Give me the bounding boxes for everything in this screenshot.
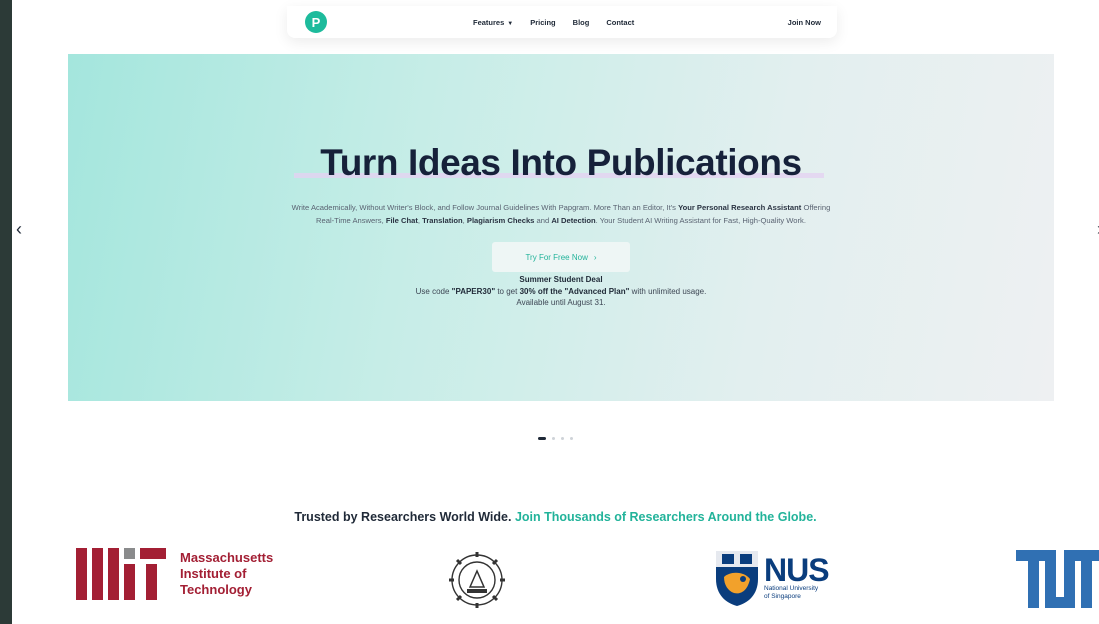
- desc-bold-file-chat: File Chat: [385, 215, 418, 225]
- deal-text: Use code: [415, 286, 452, 296]
- trusted-text: Trusted by Researchers World Wide.: [294, 510, 512, 524]
- nus-wordmark: NUS National University of Singapore: [764, 552, 830, 601]
- deal-title: Summer Student Deal: [519, 275, 603, 284]
- hero-slide: Turn Ideas Into Publications Write Acade…: [68, 54, 1054, 401]
- nus-small-text: National University: [764, 585, 819, 592]
- logo-letter: P: [311, 14, 321, 30]
- carousel-dot-1[interactable]: [538, 437, 546, 440]
- carousel-dots: [538, 437, 573, 440]
- nav-item-features-label: Features: [473, 17, 505, 27]
- hero-title: Turn Ideas Into Publications: [320, 142, 802, 183]
- trusted-heading: Trusted by Researchers World Wide. Join …: [12, 510, 1099, 524]
- carousel-dot-3[interactable]: [561, 437, 564, 440]
- desc-text: . Your Student AI Writing Assistant for …: [595, 215, 806, 225]
- chevron-right-icon: ›: [593, 252, 597, 262]
- mit-mark-icon: [76, 548, 166, 600]
- mit-logo: Massachusetts Institute of Technology: [76, 548, 273, 600]
- nav-links: Features ▼ Pricing Blog Contact: [473, 18, 634, 27]
- carousel-prev-arrow[interactable]: ‹: [16, 219, 22, 240]
- mit-line: Technology: [180, 582, 252, 597]
- summer-deal: Summer Student Deal Use code "PAPER30" t…: [68, 274, 1054, 309]
- papgram-logo[interactable]: P: [305, 11, 327, 33]
- carousel-dot-2[interactable]: [552, 437, 555, 440]
- try-for-free-button[interactable]: Try For Free Now ›: [492, 242, 630, 272]
- page: P Features ▼ Pricing Blog Contact Join No…: [12, 0, 1099, 624]
- carousel-dot-4[interactable]: [570, 437, 573, 440]
- desc-text: Write Academically, Without Writer's Blo…: [291, 203, 679, 212]
- navbar: P Features ▼ Pricing Blog Contact Join No…: [287, 6, 837, 38]
- nav-item-contact[interactable]: Contact: [606, 18, 634, 27]
- desc-text: and: [534, 215, 552, 225]
- deal-text: to get: [495, 286, 520, 296]
- join-now-link[interactable]: Join Now: [788, 18, 821, 27]
- desc-bold-ai-detection: AI Detection: [551, 215, 596, 225]
- tum-logo-icon: [1016, 550, 1099, 613]
- deal-line: Use code "PAPER30" to get 30% off the "A…: [68, 286, 1054, 298]
- mit-wordmark: Massachusetts Institute of Technology: [180, 550, 273, 598]
- nus-logo: NUS National University of Singapore: [714, 549, 830, 607]
- nav-item-pricing[interactable]: Pricing: [530, 18, 555, 27]
- deal-expiry: Available until August 31.: [516, 298, 606, 307]
- desc-bold-assistant: Your Personal Research Assistant: [678, 203, 802, 212]
- mit-line: Massachusetts: [180, 550, 274, 565]
- chevron-down-icon: ▼: [507, 20, 514, 27]
- nus-crest-icon: [716, 551, 758, 606]
- deal-offer: 30% off the "Advanced Plan": [519, 286, 630, 296]
- deal-text: with unlimited usage.: [629, 286, 707, 296]
- iit-bombay-seal-icon: [448, 551, 506, 614]
- nus-big-text: NUS: [764, 552, 830, 588]
- nav-item-features[interactable]: Features ▼: [473, 18, 513, 27]
- deal-code: "PAPER30": [451, 286, 496, 296]
- nav-item-blog[interactable]: Blog: [573, 18, 590, 27]
- mit-line: Institute of: [180, 566, 247, 581]
- cta-label: Try For Free Now: [525, 252, 588, 262]
- desc-bold-plagiarism: Plagiarism Checks: [466, 215, 535, 225]
- trusted-accent: Join Thousands of Researchers Around the…: [514, 510, 817, 524]
- desc-bold-translation: Translation: [422, 215, 463, 225]
- hero-description: Write Academically, Without Writer's Blo…: [290, 202, 832, 227]
- nus-small-text: of Singapore: [764, 593, 801, 600]
